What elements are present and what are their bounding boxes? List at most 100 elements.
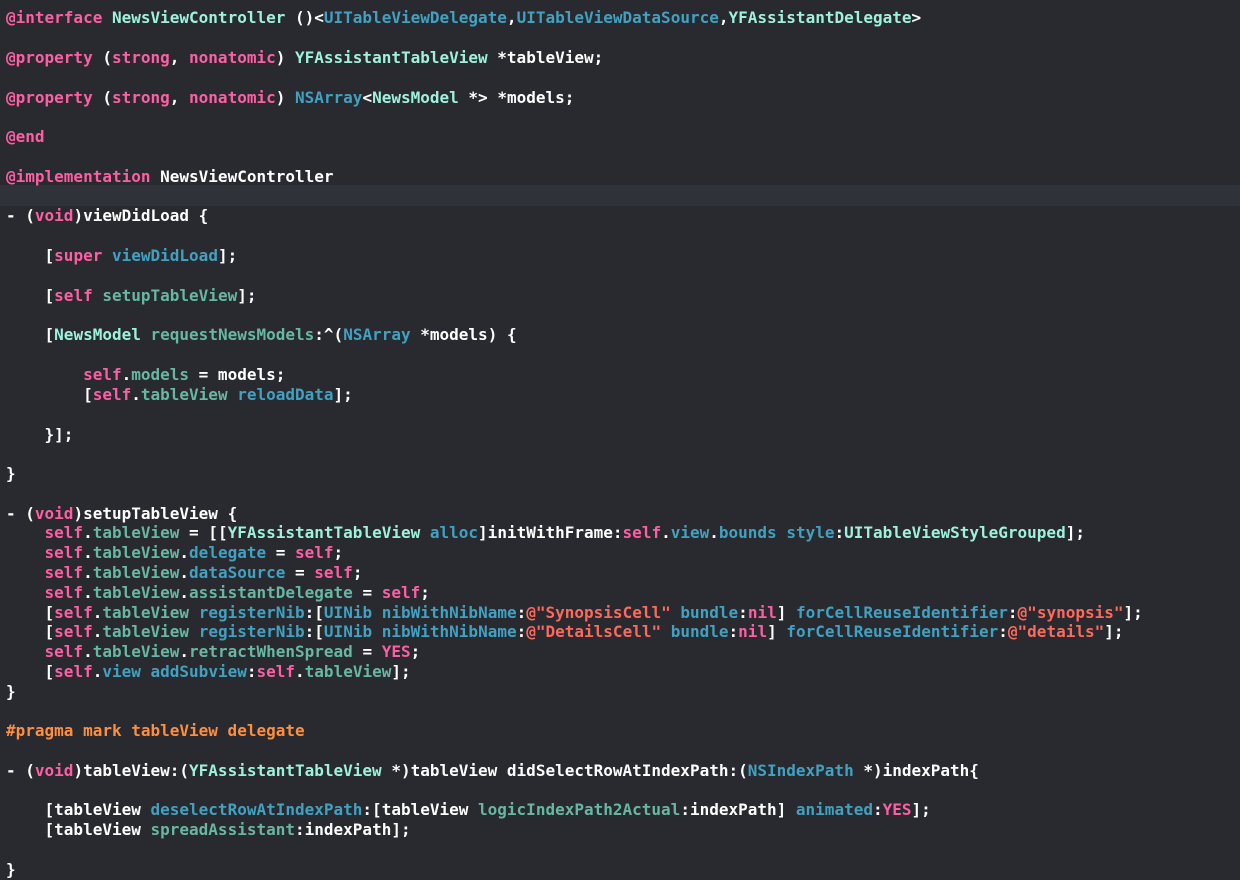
code-token: delegate (189, 543, 267, 562)
code-token: @"details" (1007, 622, 1105, 641)
code-token: self (54, 603, 93, 622)
code-line[interactable]: [tableView spreadAssistant:indexPath]; (6, 820, 411, 840)
code-token: , (169, 88, 190, 107)
code-token: nibWithNibName (381, 622, 517, 641)
code-line[interactable]: #pragma mark tableView delegate (6, 721, 305, 741)
code-token: } (6, 682, 16, 701)
code-line[interactable]: - (void)setupTableView { (6, 504, 237, 524)
code-token: , (506, 8, 517, 27)
code-token: . (131, 385, 141, 404)
code-token: = (352, 642, 382, 661)
code-token: ]; (333, 385, 353, 404)
code-token: [ (6, 286, 55, 305)
code-token: self (381, 583, 421, 602)
code-line[interactable]: self.tableView.dataSource = self; (6, 563, 363, 583)
code-line[interactable]: [NewsModel requestNewsModels:^(NSArray *… (6, 325, 517, 345)
code-token: ()< (285, 8, 324, 27)
code-token: ( (92, 88, 112, 107)
code-token: @property (6, 48, 93, 67)
code-token: nil (747, 603, 777, 622)
code-token: < (362, 88, 373, 107)
code-line[interactable]: [tableView deselectRowAtIndexPath:[table… (6, 800, 931, 820)
code-token: . (179, 543, 190, 562)
code-token: @implementation (6, 167, 151, 186)
code-token: :^( (314, 325, 344, 344)
code-token: @"synopsis" (1017, 603, 1124, 622)
code-line[interactable]: }]; (6, 425, 74, 445)
code-editor[interactable]: @interface NewsViewController ()<UITable… (0, 0, 1240, 880)
code-line[interactable]: self.tableView.delegate = self; (6, 543, 344, 563)
code-token: ; (352, 563, 363, 582)
code-token: . (83, 583, 93, 602)
code-token: bundle (680, 603, 739, 622)
code-token: . (179, 642, 190, 661)
code-line[interactable]: [self.tableView reloadData]; (6, 385, 353, 405)
code-token: tableView (92, 563, 180, 582)
code-token: self (44, 642, 84, 661)
code-token: . (83, 543, 93, 562)
code-line[interactable]: @implementation NewsViewController (6, 167, 334, 187)
code-token: , (718, 8, 729, 27)
code-token: ]; (237, 286, 257, 305)
code-token: ]; (1065, 523, 1085, 542)
code-token: YFAssistantTableView (189, 761, 382, 780)
code-token: style (786, 523, 835, 542)
code-token: > (911, 8, 922, 27)
code-token: - ( (6, 206, 35, 225)
code-line[interactable]: - (void)viewDidLoad { (6, 206, 208, 226)
code-line[interactable]: [self setupTableView]; (6, 286, 257, 306)
code-line[interactable]: } (6, 682, 16, 702)
code-token: . (83, 642, 93, 661)
code-token: self (44, 523, 84, 542)
code-token: [ (6, 662, 55, 681)
code-line[interactable]: @property (strong, nonatomic) YFAssistan… (6, 48, 603, 68)
code-line[interactable]: [super viewDidLoad]; (6, 246, 238, 266)
code-line[interactable]: [self.tableView registerNib:[UINib nibWi… (6, 622, 1124, 642)
code-line[interactable]: self.tableView = [[YFAssistantTableView … (6, 523, 1085, 543)
code-token: ] (767, 622, 787, 641)
code-line[interactable]: self.tableView.retractWhenSpread = YES; (6, 642, 421, 662)
code-token: self (314, 563, 353, 582)
code-token: . (83, 523, 93, 542)
code-token: bundle (670, 622, 729, 641)
code-line[interactable]: [self.tableView registerNib:[UINib nibWi… (6, 603, 1143, 623)
code-line[interactable]: self.tableView.assistantDelegate = self; (6, 583, 430, 603)
code-token: :indexPath] (680, 800, 796, 819)
code-token: void (34, 504, 74, 523)
code-token: ) (275, 48, 295, 67)
code-line[interactable]: } (6, 860, 16, 880)
code-token: forCellReuseIdentifier (795, 603, 1008, 622)
code-token: void (34, 206, 74, 225)
code-token: tableView (102, 622, 190, 641)
code-line[interactable]: self.models = models; (6, 365, 285, 385)
code-token: . (661, 523, 671, 542)
code-token: NSArray (343, 325, 411, 344)
code-line[interactable]: @interface NewsViewController ()<UITable… (6, 8, 921, 28)
code-token: NSIndexPath (747, 761, 854, 780)
code-line[interactable]: - (void)tableView:(YFAssistantTableView … (6, 761, 979, 781)
code-token: void (34, 761, 74, 780)
code-token: view (102, 662, 141, 681)
code-token: tableView (102, 603, 190, 622)
code-token: *)indexPath{ (853, 761, 979, 780)
code-line[interactable]: } (6, 464, 16, 484)
code-token: view (670, 523, 710, 542)
code-line[interactable]: [self.view addSubview:self.tableView]; (6, 662, 411, 682)
current-line-highlight (0, 185, 1240, 206)
code-token: @"DetailsCell" (526, 622, 662, 641)
code-token: } (6, 860, 16, 879)
code-token: . (709, 523, 719, 542)
code-token: self (54, 622, 93, 641)
code-token: self (83, 365, 122, 384)
code-line[interactable]: @property (strong, nonatomic) NSArray<Ne… (6, 88, 574, 108)
code-token: = [[ (179, 523, 228, 542)
code-line[interactable]: @end (6, 127, 45, 147)
